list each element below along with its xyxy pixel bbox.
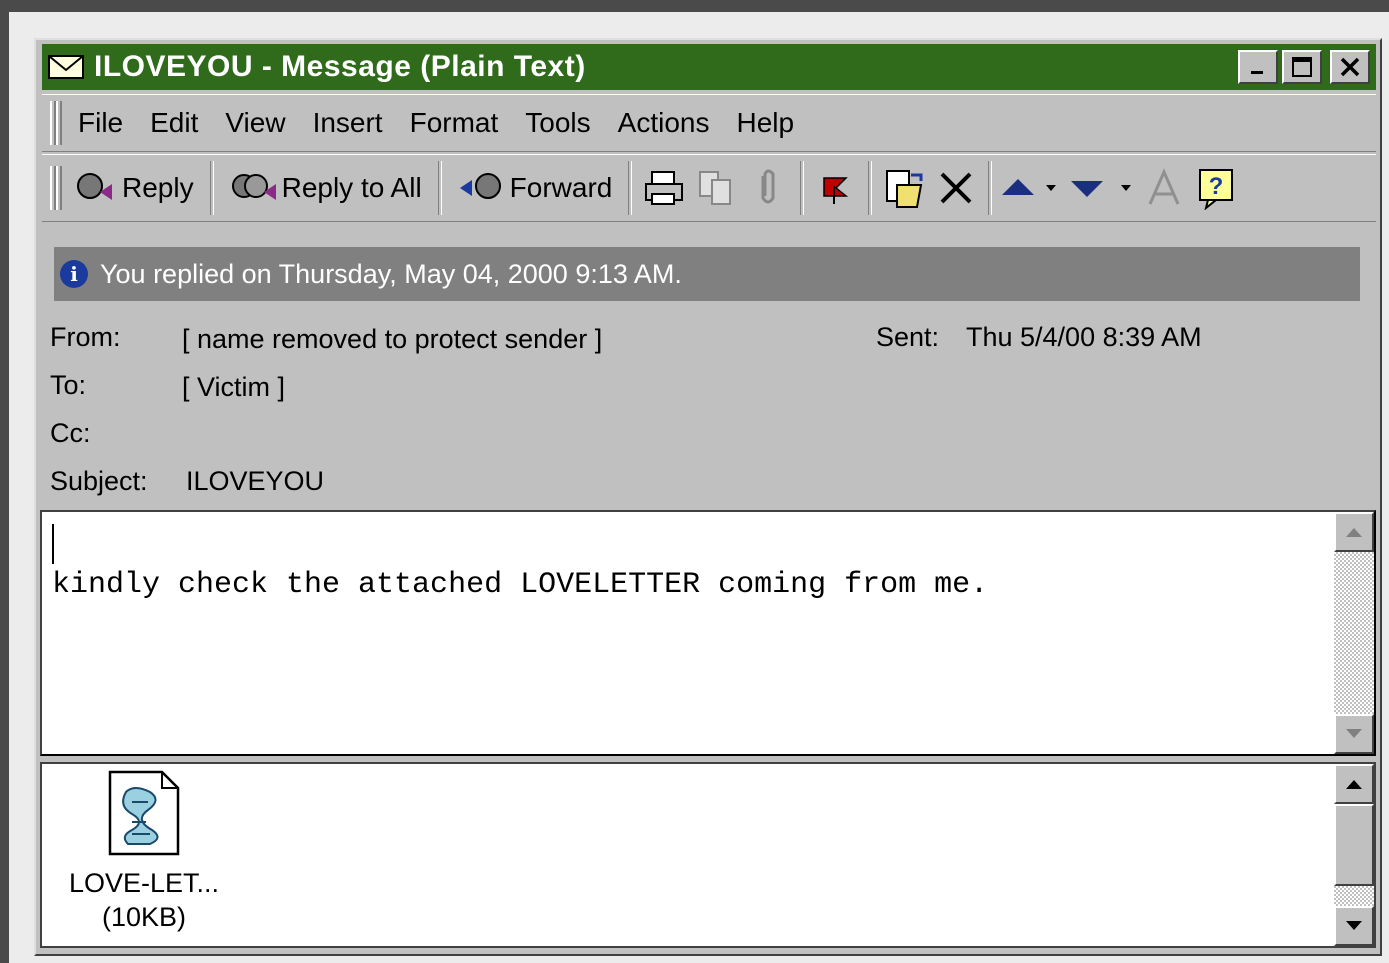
attach-scroll-down-button[interactable] [1334, 906, 1374, 946]
forward-icon [459, 173, 501, 199]
message-text: kindly check the attached LOVELETTER com… [52, 568, 989, 602]
message-window: ILOVEYOU - Message (Plain Text) File Edi… [34, 38, 1382, 956]
scroll-down-arrow-icon [1346, 729, 1362, 738]
attachment-size: (10KB) [101, 902, 187, 932]
sent-label: Sent: [876, 322, 940, 352]
menu-file[interactable]: File [78, 107, 123, 139]
scroll-up-arrow-icon [1346, 528, 1362, 537]
menu-bar: File Edit View Insert Format Tools Actio… [42, 94, 1376, 152]
toolbar-separator [868, 161, 873, 215]
attachment-pane: LOVE-LET... (10KB) [40, 762, 1376, 948]
menubar-grip[interactable] [50, 101, 62, 145]
standard-toolbar: Reply Reply to All Forward ? [42, 154, 1376, 222]
flag-icon [823, 177, 849, 204]
reply-all-button[interactable]: Reply to All [220, 160, 432, 216]
delete-button[interactable] [930, 160, 982, 216]
scroll-down-arrow-icon [1346, 921, 1362, 930]
forward-button[interactable]: Forward [448, 160, 623, 216]
from-value[interactable]: [ name removed to protect sender ] [182, 324, 602, 355]
toolbar-separator [437, 161, 442, 215]
flag-button[interactable] [810, 160, 862, 216]
window-title: ILOVEYOU - Message (Plain Text) [94, 50, 586, 83]
down-arrow-icon [1071, 181, 1132, 197]
envelope-icon [48, 55, 84, 79]
attachment-scrollbar[interactable] [1334, 764, 1374, 946]
move-to-folder-icon [886, 170, 923, 208]
attach-scroll-thumb[interactable] [1334, 804, 1374, 886]
toolbar-separator [628, 161, 633, 215]
menu-edit[interactable]: Edit [150, 107, 198, 139]
next-item-button[interactable] [1058, 160, 1138, 216]
toolbar-separator [988, 161, 993, 215]
close-icon [1340, 57, 1360, 77]
to-value[interactable]: [ Victim ] [182, 372, 285, 403]
subject-value: ILOVEYOU [186, 466, 325, 496]
reply-all-label: Reply to All [281, 172, 422, 203]
attach-scroll-up-button[interactable] [1334, 764, 1374, 804]
info-text: You replied on Thursday, May 04, 2000 9:… [100, 258, 682, 289]
attachment-name[interactable]: LOVE-LET... [62, 868, 226, 899]
body-scrollbar[interactable] [1334, 512, 1374, 754]
toolbar-separator [800, 161, 805, 215]
help-icon: ? [1199, 169, 1234, 210]
message-body[interactable]: kindly check the attached LOVELETTER com… [40, 510, 1376, 756]
title-bar[interactable]: ILOVEYOU - Message (Plain Text) [42, 44, 1376, 90]
menu-actions[interactable]: Actions [618, 107, 710, 139]
info-icon: i [60, 260, 88, 288]
from-label: From: [50, 322, 121, 352]
previous-item-button[interactable] [998, 160, 1058, 216]
delete-icon [940, 172, 972, 204]
move-to-folder-button[interactable] [878, 160, 930, 216]
maximize-button[interactable] [1282, 50, 1322, 84]
text-caret [52, 524, 54, 564]
scroll-up-arrow-icon [1346, 780, 1362, 789]
help-button[interactable]: ? [1190, 160, 1242, 216]
menu-view[interactable]: View [225, 107, 285, 139]
menu-tools[interactable]: Tools [525, 107, 590, 139]
to-label: To: [50, 370, 87, 400]
font-icon [1149, 168, 1180, 205]
reply-all-icon [231, 174, 276, 200]
cc-label: Cc: [50, 418, 91, 448]
toolbar-separator [209, 161, 214, 215]
menu-format[interactable]: Format [410, 107, 499, 139]
font-button [1138, 160, 1190, 216]
scroll-down-button[interactable] [1334, 714, 1374, 754]
toolbar-grip[interactable] [50, 166, 62, 210]
print-button[interactable] [638, 160, 690, 216]
svg-text:?: ? [1209, 173, 1224, 200]
info-bar: i You replied on Thursday, May 04, 2000 … [54, 247, 1360, 301]
window-controls [1238, 50, 1370, 84]
reply-label: Reply [122, 172, 194, 203]
script-file-icon[interactable] [106, 770, 182, 856]
paperclip-icon [761, 169, 775, 204]
printer-icon [645, 171, 684, 205]
reply-button[interactable]: Reply [64, 160, 204, 216]
attach-button[interactable] [742, 160, 794, 216]
copy-icon [699, 171, 732, 205]
forward-label: Forward [509, 172, 613, 203]
copy-button[interactable] [690, 160, 742, 216]
maximize-icon [1292, 57, 1312, 77]
sent-value: Thu 5/4/00 8:39 AM [966, 322, 1202, 352]
subject-label: Subject: [50, 466, 148, 496]
menu-insert[interactable]: Insert [313, 107, 383, 139]
menu-help[interactable]: Help [736, 107, 794, 139]
minimize-icon [1251, 71, 1263, 74]
scroll-up-button[interactable] [1334, 512, 1374, 552]
minimize-button[interactable] [1238, 50, 1278, 84]
reply-icon [77, 173, 112, 200]
close-button[interactable] [1330, 50, 1370, 84]
up-arrow-icon [1002, 179, 1057, 195]
